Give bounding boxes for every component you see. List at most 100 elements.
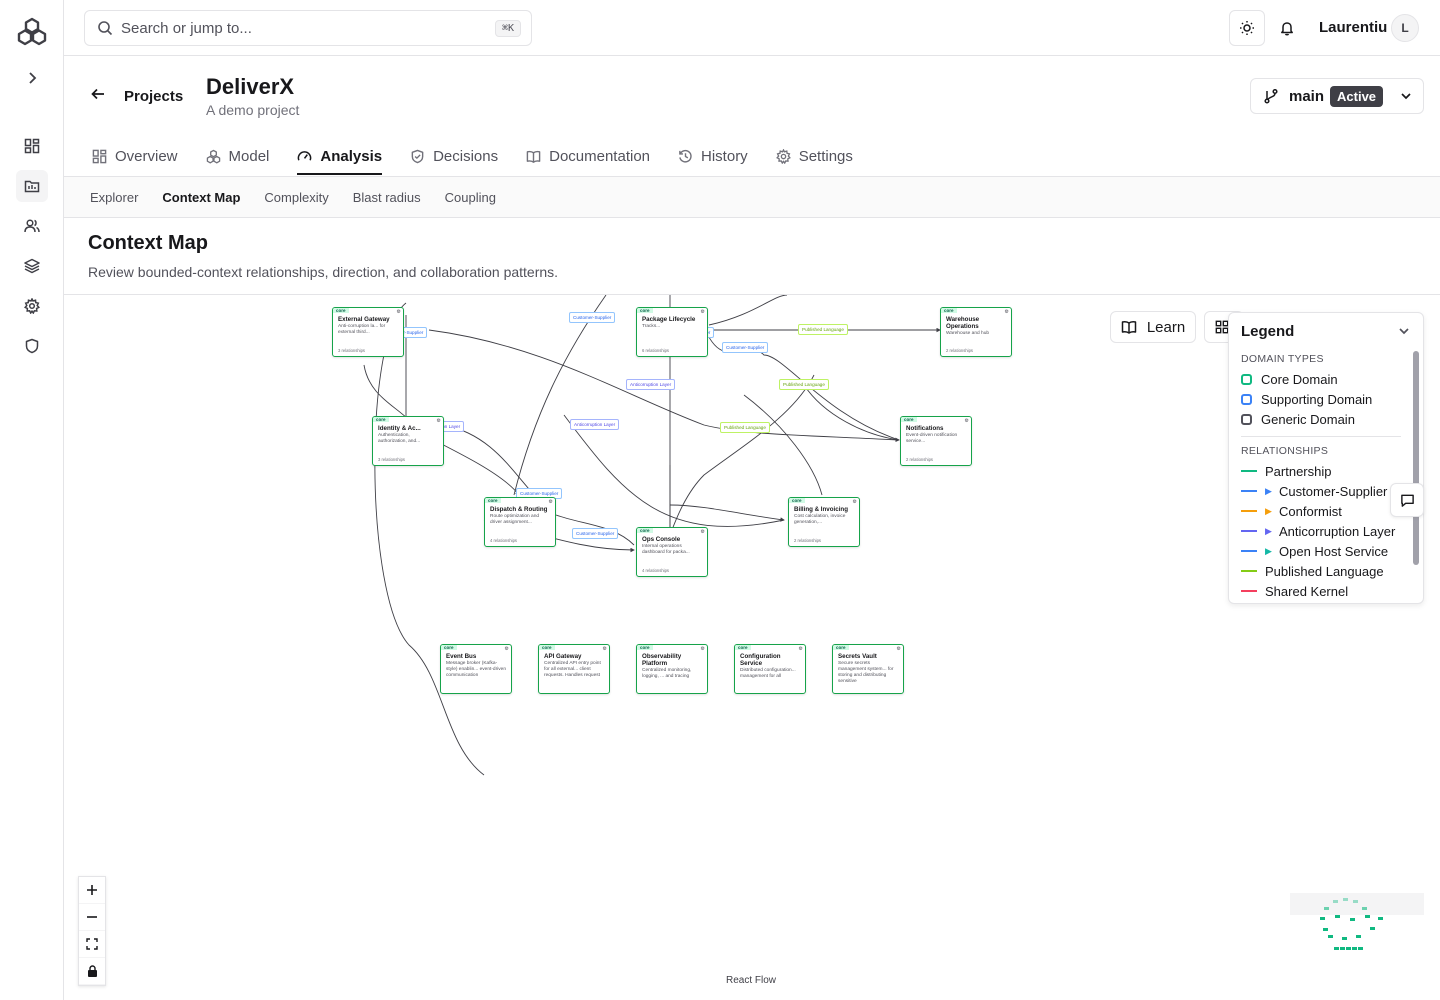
node-settings-icon[interactable]: ⚙ xyxy=(799,646,803,652)
users-icon[interactable] xyxy=(16,210,48,242)
notifications-button[interactable] xyxy=(1269,10,1305,46)
node-desc: Anti-corruption la... for external third… xyxy=(338,324,386,335)
learn-button[interactable]: Learn xyxy=(1110,311,1196,343)
tab-overview[interactable]: Overview xyxy=(92,140,178,173)
legend-title: Legend xyxy=(1241,322,1295,340)
node-ops-console[interactable]: core ⚙ Ops Console Internal operations da… xyxy=(636,527,708,577)
node-external-gateway[interactable]: core ⚙ External Gateway Anti-corruption l… xyxy=(332,307,404,357)
avatar[interactable]: L xyxy=(1391,14,1419,42)
settings-gear-icon[interactable] xyxy=(16,290,48,322)
tab-model[interactable]: Model xyxy=(206,140,269,173)
edge-label[interactable]: Customer-Supplier xyxy=(569,312,616,323)
bell-icon xyxy=(1281,22,1293,36)
arrow-icon: ▶ xyxy=(1265,545,1272,556)
node-settings-icon[interactable]: ⚙ xyxy=(853,499,857,505)
node-settings-icon[interactable]: ⚙ xyxy=(965,418,969,424)
back-arrow-icon[interactable] xyxy=(90,86,106,107)
node-name: Dispatch & Routing xyxy=(490,506,548,513)
node-notifications[interactable]: core ⚙ Notifications Event-driven notific… xyxy=(900,416,972,466)
node-settings-icon[interactable]: ⚙ xyxy=(505,646,509,652)
breadcrumb-projects[interactable]: Projects xyxy=(124,88,183,105)
legend-panel: Legend DOMAIN TYPES Core Domain Supportin… xyxy=(1228,312,1424,604)
node-observability-platform[interactable]: core ⚙ Observability Platform Centralized… xyxy=(636,644,708,694)
edge-label[interactable]: Customer-Supplier xyxy=(722,342,769,353)
node-settings-icon[interactable]: ⚙ xyxy=(1005,309,1009,315)
react-flow-attribution[interactable]: React Flow xyxy=(726,975,776,986)
branch-selector[interactable]: main Active xyxy=(1250,78,1424,114)
chevron-down-icon[interactable] xyxy=(1397,324,1411,338)
node-billing-invoicing[interactable]: core ⚙ Billing & Invoicing Cost calculati… xyxy=(788,497,860,547)
history-icon xyxy=(679,149,692,163)
node-desc: Warehouse and hub xyxy=(946,331,990,336)
node-event-bus[interactable]: core ⚙ Event Bus Message broker (Kafka-st… xyxy=(440,644,512,694)
dashboard-icon[interactable] xyxy=(16,130,48,162)
arrow-icon: ▶ xyxy=(1265,525,1272,536)
subtab-context-map[interactable]: Context Map xyxy=(162,190,240,205)
subtab-complexity[interactable]: Complexity xyxy=(264,190,328,205)
node-warehouse-operations[interactable]: core ⚙ Warehouse Operations Warehouse and… xyxy=(940,307,1012,357)
legend-scrollbar[interactable] xyxy=(1413,351,1419,565)
node-tag: core xyxy=(833,645,849,650)
node-api-gateway[interactable]: core ⚙ API Gateway Centralized API entry … xyxy=(538,644,610,694)
status-badge: Active xyxy=(1330,85,1384,107)
global-search[interactable]: ⌘K xyxy=(84,10,532,46)
minimap[interactable] xyxy=(1290,893,1424,985)
node-tag: core xyxy=(539,645,555,650)
tab-analysis[interactable]: Analysis xyxy=(297,140,383,175)
tab-documentation[interactable]: Documentation xyxy=(526,140,650,173)
node-package-lifecycle[interactable]: core ⚙ Package Lifecycle Tracks... 6 rela… xyxy=(636,307,708,357)
tab-decisions[interactable]: Decisions xyxy=(410,140,498,173)
node-relationships: 2 relationships xyxy=(906,457,934,462)
node-name: Configuration Service xyxy=(740,653,781,667)
lock-icon[interactable] xyxy=(79,958,105,985)
fit-view-icon[interactable] xyxy=(79,931,105,958)
node-settings-icon[interactable]: ⚙ xyxy=(437,418,441,424)
node-settings-icon[interactable]: ⚙ xyxy=(701,529,705,535)
layers-icon[interactable] xyxy=(16,250,48,282)
node-settings-icon[interactable]: ⚙ xyxy=(549,499,553,505)
comments-button[interactable] xyxy=(1390,483,1424,517)
tab-history[interactable]: History xyxy=(678,140,748,173)
subtab-coupling[interactable]: Coupling xyxy=(445,190,496,205)
gear-icon xyxy=(775,149,791,164)
edge-label[interactable]: Published Language xyxy=(798,324,848,335)
zoom-in-icon[interactable] xyxy=(79,877,105,904)
node-settings-icon[interactable]: ⚙ xyxy=(897,646,901,652)
edge-label[interactable]: Anticorruption Layer xyxy=(626,379,676,390)
node-settings-icon[interactable]: ⚙ xyxy=(701,309,705,315)
projects-icon[interactable] xyxy=(16,170,48,202)
node-settings-icon[interactable]: ⚙ xyxy=(701,646,705,652)
edge-label[interactable]: Anticorruption Layer xyxy=(570,419,620,430)
user-name[interactable]: Laurentiu xyxy=(1319,19,1387,36)
arrow-icon: ▶ xyxy=(1265,505,1272,516)
subtab-explorer[interactable]: Explorer xyxy=(90,190,138,205)
node-relationships: 6 relationships xyxy=(642,348,670,353)
legend-divider xyxy=(1241,436,1401,437)
shield-icon[interactable] xyxy=(16,330,48,362)
edge-label[interactable]: Customer-Supplier xyxy=(572,528,619,539)
node-secrets-vault[interactable]: core ⚙ Secrets Vault Secure secrets manag… xyxy=(832,644,904,694)
node-desc: Centralized monitoring, logging, ... and… xyxy=(642,668,692,679)
legend-relationship-item: Shared Kernel xyxy=(1241,581,1413,601)
edge-label[interactable]: Published Language xyxy=(779,379,829,390)
zoom-out-icon[interactable] xyxy=(79,904,105,931)
node-identity-access[interactable]: core ⚙ Identity & Ac... Authentication, a… xyxy=(372,416,444,466)
expand-rail-icon[interactable] xyxy=(20,66,44,90)
node-settings-icon[interactable]: ⚙ xyxy=(603,646,607,652)
node-settings-icon[interactable]: ⚙ xyxy=(397,309,401,315)
subtab-blast-radius[interactable]: Blast radius xyxy=(353,190,421,205)
node-tag: core xyxy=(637,528,653,533)
app-logo-icon[interactable] xyxy=(16,16,48,48)
node-desc: Tracks... xyxy=(642,324,661,329)
arrow-icon: ▶ xyxy=(1265,485,1272,496)
node-name: Billing & Invoicing xyxy=(794,506,848,513)
legend-relationship-item: Published Language xyxy=(1241,561,1413,581)
edge-label[interactable]: Published Language xyxy=(720,422,770,433)
theme-toggle-button[interactable] xyxy=(1229,10,1265,46)
node-dispatch-routing[interactable]: core ⚙ Dispatch & Routing Route optimizat… xyxy=(484,497,556,547)
context-map-canvas[interactable]: Customer-Supplier Customer-Supplier Cust… xyxy=(64,295,1440,1000)
node-configuration-service[interactable]: core ⚙ Configuration Service Distributed … xyxy=(734,644,806,694)
tab-settings[interactable]: Settings xyxy=(775,140,853,173)
legend-header[interactable]: Legend xyxy=(1229,313,1423,349)
search-input[interactable] xyxy=(121,19,495,37)
